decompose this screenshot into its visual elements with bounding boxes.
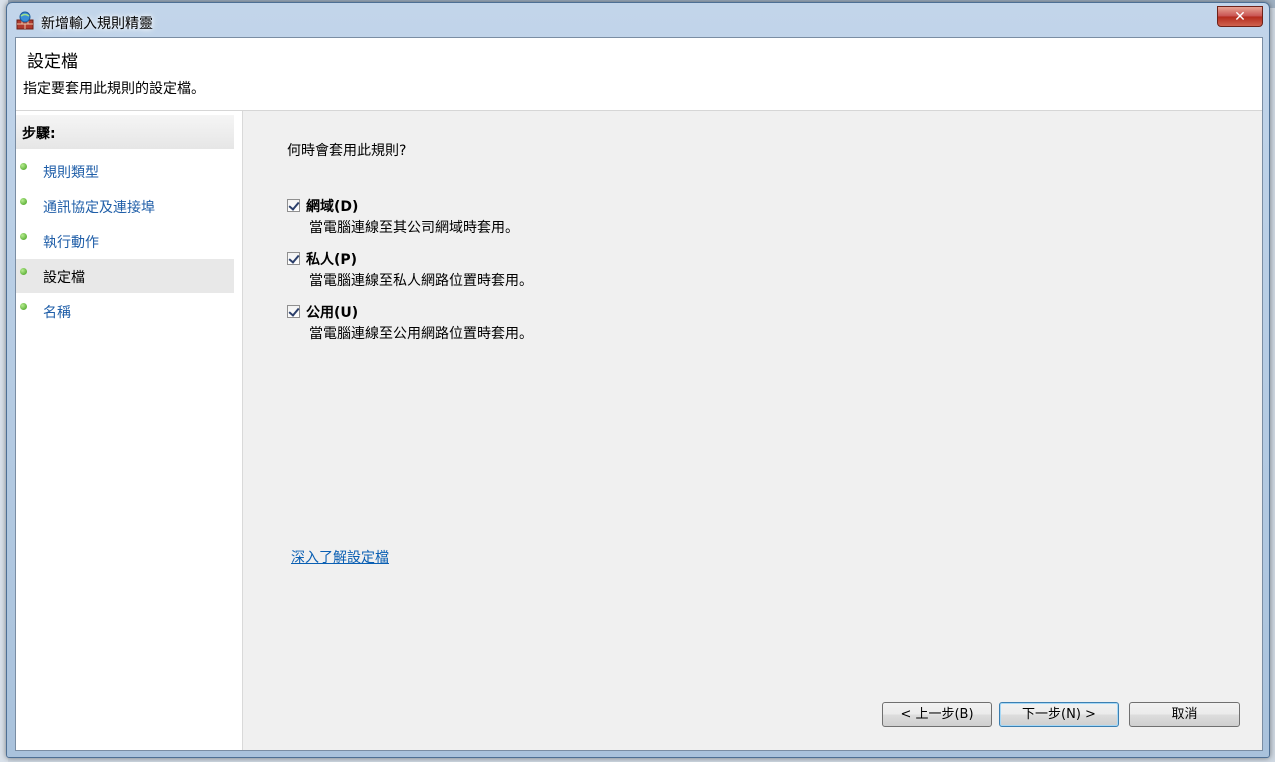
window-title: 新增輸入規則精靈 (41, 16, 153, 32)
option-label[interactable]: 網域(D) (306, 196, 358, 216)
sidebar-item-label: 設定檔 (43, 270, 85, 286)
private-checkbox[interactable] (287, 252, 300, 265)
public-checkbox[interactable] (287, 305, 300, 318)
cancel-button[interactable]: 取消 (1129, 702, 1240, 727)
sidebar-item-profile[interactable]: 設定檔 (16, 259, 234, 293)
question-text: 何時會套用此規則? (287, 143, 407, 159)
wizard-content: 何時會套用此規則? 網域(D) 當電腦連線至其公司網域時套用。 私人(P) 當電… (243, 111, 1262, 750)
wizard-client-area: 設定檔 指定要套用此規則的設定檔。 步驟: 規則類型 通訊協定及連接埠 執行動作… (15, 37, 1263, 751)
option-description: 當電腦連線至私人網路位置時套用。 (309, 273, 533, 289)
firewall-icon (15, 11, 35, 31)
step-status-icon (20, 198, 27, 205)
option-description: 當電腦連線至其公司網域時套用。 (309, 220, 519, 236)
next-button[interactable]: 下一步(N) > (999, 702, 1119, 727)
sidebar-item-label: 通訊協定及連接埠 (43, 200, 155, 216)
wizard-window: 新增輸入規則精靈 ✕ 設定檔 指定要套用此規則的設定檔。 步驟: 規則類型 通訊… (6, 2, 1270, 758)
close-button[interactable]: ✕ (1217, 6, 1263, 27)
sidebar-item-label: 規則類型 (43, 165, 99, 181)
option-label[interactable]: 私人(P) (306, 249, 357, 269)
learn-more-link[interactable]: 深入了解設定檔 (291, 547, 389, 567)
steps-heading: 步驟: (16, 115, 234, 149)
steps-heading-label: 步驟: (22, 126, 56, 142)
sidebar-item-protocol-ports[interactable]: 通訊協定及連接埠 (16, 189, 234, 223)
back-button[interactable]: < 上一步(B) (882, 702, 992, 727)
step-status-icon (20, 268, 27, 275)
sidebar-item-name[interactable]: 名稱 (16, 294, 234, 328)
step-status-icon (20, 233, 27, 240)
option-description: 當電腦連線至公用網路位置時套用。 (309, 326, 533, 342)
option-label[interactable]: 公用(U) (306, 302, 358, 322)
page-title: 設定檔 (27, 52, 78, 72)
sidebar-item-label: 執行動作 (43, 235, 99, 251)
steps-sidebar: 步驟: 規則類型 通訊協定及連接埠 執行動作 設定檔 名稱 (16, 111, 243, 750)
sidebar-item-rule-type[interactable]: 規則類型 (16, 154, 234, 188)
title-bar[interactable]: 新增輸入規則精靈 ✕ (7, 3, 1269, 37)
page-subtitle: 指定要套用此規則的設定檔。 (23, 81, 205, 97)
step-status-icon (20, 303, 27, 310)
domain-checkbox[interactable] (287, 199, 300, 212)
sidebar-item-label: 名稱 (43, 305, 71, 321)
wizard-header: 設定檔 指定要套用此規則的設定檔。 (16, 38, 1262, 111)
close-icon: ✕ (1234, 9, 1246, 25)
step-status-icon (20, 163, 27, 170)
sidebar-item-action[interactable]: 執行動作 (16, 224, 234, 258)
